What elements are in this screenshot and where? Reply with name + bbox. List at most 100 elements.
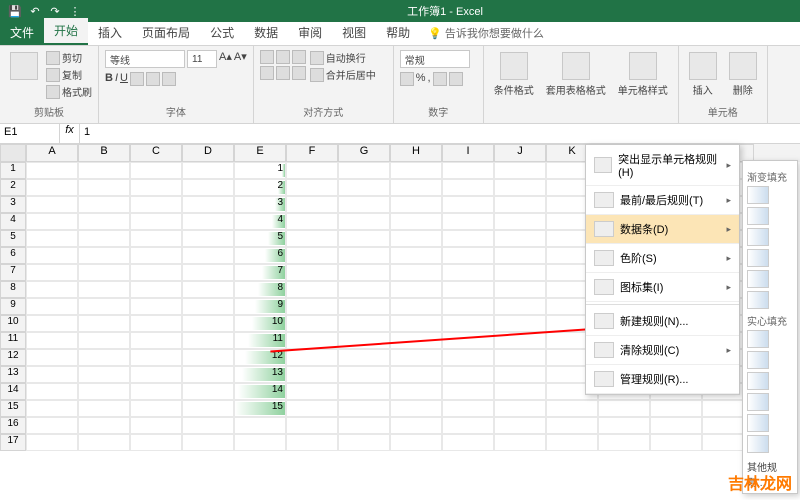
cell[interactable]: 15	[234, 400, 286, 417]
currency-icon[interactable]	[400, 72, 414, 86]
cell[interactable]	[546, 417, 598, 434]
cell[interactable]	[390, 213, 442, 230]
align-top-icon[interactable]	[260, 50, 274, 64]
cell[interactable]: 7	[234, 264, 286, 281]
cell[interactable]	[494, 213, 546, 230]
delete-cells-button[interactable]: 删除	[725, 50, 761, 99]
fx-icon[interactable]: fx	[60, 124, 80, 143]
cell[interactable]	[494, 400, 546, 417]
cell[interactable]: 14	[234, 383, 286, 400]
cell[interactable]	[130, 349, 182, 366]
cell[interactable]	[26, 417, 78, 434]
cell[interactable]	[182, 247, 234, 264]
save-icon[interactable]: 💾	[8, 4, 22, 18]
cell[interactable]	[130, 434, 182, 451]
cell[interactable]: 9	[234, 298, 286, 315]
cell[interactable]	[182, 400, 234, 417]
cell[interactable]	[598, 400, 650, 417]
databar-swatch[interactable]	[747, 351, 769, 369]
cell[interactable]	[26, 162, 78, 179]
name-box[interactable]: E1	[0, 124, 60, 143]
cell[interactable]	[286, 434, 338, 451]
align-right-icon[interactable]	[292, 66, 306, 80]
row-header[interactable]: 15	[0, 400, 26, 417]
tab-help[interactable]: 帮助	[376, 20, 420, 45]
cell[interactable]	[182, 417, 234, 434]
cell[interactable]	[442, 213, 494, 230]
menu-clear-rules[interactable]: 清除规则(C)▸	[586, 336, 739, 365]
cell[interactable]	[390, 179, 442, 196]
cell[interactable]	[286, 213, 338, 230]
column-header[interactable]: B	[78, 144, 130, 162]
cell[interactable]	[338, 179, 390, 196]
cell[interactable]	[390, 230, 442, 247]
cell[interactable]	[338, 247, 390, 264]
cell[interactable]	[286, 196, 338, 213]
cell[interactable]	[78, 434, 130, 451]
cell[interactable]	[494, 298, 546, 315]
cell[interactable]	[442, 247, 494, 264]
font-color-icon[interactable]	[162, 72, 176, 86]
row-header[interactable]: 9	[0, 298, 26, 315]
row-header[interactable]: 14	[0, 383, 26, 400]
cell[interactable]	[286, 315, 338, 332]
cell[interactable]	[390, 434, 442, 451]
cell[interactable]	[26, 366, 78, 383]
tab-view[interactable]: 视图	[332, 20, 376, 45]
cell[interactable]	[390, 383, 442, 400]
cell[interactable]	[442, 281, 494, 298]
cell[interactable]	[130, 383, 182, 400]
databar-swatch[interactable]	[747, 207, 769, 225]
cell-style-button[interactable]: 单元格样式	[614, 50, 672, 99]
cell[interactable]	[286, 230, 338, 247]
column-header[interactable]: H	[390, 144, 442, 162]
cell[interactable]	[546, 400, 598, 417]
cell[interactable]	[494, 230, 546, 247]
cell[interactable]	[78, 264, 130, 281]
undo-icon[interactable]: ↶	[28, 4, 42, 18]
insert-cells-button[interactable]: 插入	[685, 50, 721, 99]
cell[interactable]	[130, 298, 182, 315]
column-header[interactable]: D	[182, 144, 234, 162]
cell[interactable]	[78, 349, 130, 366]
decrease-font-icon[interactable]: A▾	[234, 50, 247, 68]
cell[interactable]	[494, 383, 546, 400]
tab-formulas[interactable]: 公式	[200, 20, 244, 45]
cell[interactable]	[26, 213, 78, 230]
redo-icon[interactable]: ↷	[48, 4, 62, 18]
column-header[interactable]: G	[338, 144, 390, 162]
cell[interactable]	[78, 230, 130, 247]
cell[interactable]	[338, 298, 390, 315]
cell[interactable]	[78, 400, 130, 417]
cell[interactable]: 11	[234, 332, 286, 349]
paste-button[interactable]	[6, 50, 42, 82]
cell[interactable]	[442, 315, 494, 332]
cell[interactable]	[390, 162, 442, 179]
cell[interactable]	[390, 349, 442, 366]
cell[interactable]	[598, 417, 650, 434]
cell[interactable]	[442, 298, 494, 315]
cell[interactable]	[286, 383, 338, 400]
cell[interactable]	[338, 315, 390, 332]
table-format-button[interactable]: 套用表格格式	[542, 50, 610, 99]
wrap-text-button[interactable]: 自动换行	[310, 50, 376, 65]
cell[interactable]	[130, 315, 182, 332]
cell[interactable]	[442, 417, 494, 434]
databar-swatch[interactable]	[747, 249, 769, 267]
cell[interactable]	[338, 230, 390, 247]
cell[interactable]	[494, 162, 546, 179]
cell[interactable]	[286, 400, 338, 417]
cell[interactable]	[390, 196, 442, 213]
cell[interactable]	[390, 281, 442, 298]
italic-button[interactable]: I	[115, 72, 118, 86]
cell[interactable]	[494, 179, 546, 196]
cell[interactable]	[338, 281, 390, 298]
cell[interactable]	[26, 196, 78, 213]
menu-icon-sets[interactable]: 图标集(I)▸	[586, 273, 739, 302]
databar-swatch[interactable]	[747, 414, 769, 432]
cell[interactable]	[78, 417, 130, 434]
cell[interactable]	[130, 417, 182, 434]
cell[interactable]: 8	[234, 281, 286, 298]
cell[interactable]	[390, 298, 442, 315]
cell[interactable]	[286, 298, 338, 315]
